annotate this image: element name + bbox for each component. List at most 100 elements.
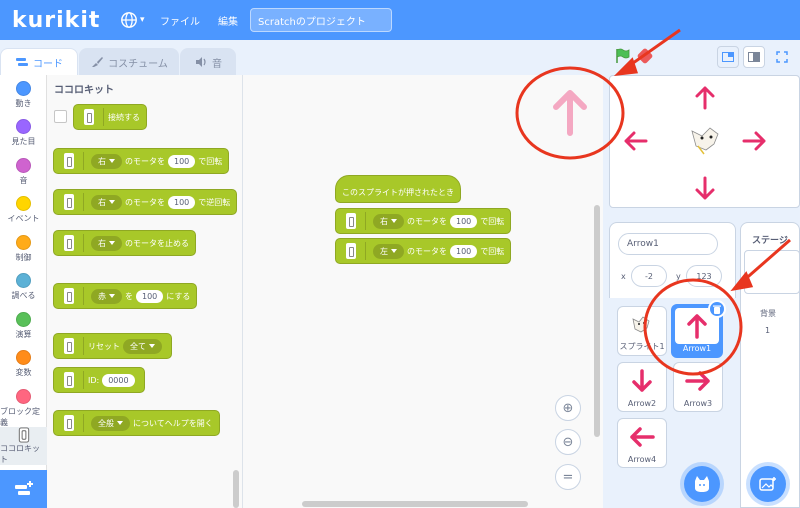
fullscreen-icon [776,51,788,63]
backdrop-label: 背景 [760,309,776,318]
tab-costumes[interactable]: コスチューム [79,48,179,75]
help-topic-dropdown[interactable]: 全般 [91,415,130,431]
block-motor-stop[interactable]: 右 のモータを止める [53,230,196,256]
motor-direction-dropdown[interactable]: 右 [91,153,122,169]
block-text: リセット [88,341,120,351]
sprite-tile-arrow4[interactable]: Arrow4 [617,418,667,468]
category-events[interactable]: イベント [0,196,47,224]
kokorokit-icon [58,191,80,213]
tab-label: コスチューム [108,58,168,70]
reset-target-dropdown[interactable]: 全て [123,338,162,354]
x-position-field[interactable]: -2 [631,265,667,287]
tab-sounds[interactable]: 音 [180,48,236,75]
script-vertical-scrollbar[interactable] [594,205,600,437]
block-separator [83,287,84,305]
large-stage-button[interactable] [743,46,765,68]
fullscreen-button[interactable] [771,46,793,68]
category-my-blocks[interactable]: ブロック定義 [0,389,47,428]
block-motor-forward[interactable]: 右 のモータを 100 で回転 [53,148,230,174]
sprite-tile-arrow3[interactable]: Arrow3 [673,362,723,412]
motor-direction-dropdown[interactable]: 右 [373,213,404,229]
category-sound[interactable]: 音 [0,158,47,186]
add-extension-button[interactable] [0,470,47,508]
stop-button[interactable] [636,47,654,65]
block-text: で回転 [198,156,223,166]
category-label: イベント [7,214,40,223]
category-dot [16,158,31,173]
image-add-icon [759,477,776,491]
sprite-tile-arrow2[interactable]: Arrow2 [617,362,667,412]
add-backdrop-button[interactable] [750,466,786,502]
tab-code[interactable]: コード [0,48,78,75]
block-connect[interactable]: 接続する [73,104,147,130]
tab-label: 音 [212,58,222,70]
language-menu[interactable]: ▾ [120,11,160,29]
add-sprite-button[interactable] [684,466,720,502]
led-color-dropdown[interactable]: 赤 [91,288,122,304]
zoom-reset-button[interactable]: = [555,464,581,490]
block-led[interactable]: 赤 を 100 にする [53,283,198,309]
zoom-reset-icon: = [562,469,574,485]
project-title-input[interactable]: Scratchのプロジェクト [250,8,392,32]
motor-direction-dropdown[interactable]: 右 [91,235,122,251]
green-flag-button[interactable] [614,48,630,64]
block-text: を [125,291,133,301]
edit-menu[interactable]: 編集 [218,13,238,28]
category-motion[interactable]: 動き [0,81,47,109]
connect-checkbox[interactable] [54,110,67,123]
block-separator [365,242,366,260]
block-text: のモータを [125,156,165,166]
palette-scrollbar[interactable] [233,470,239,508]
zoom-in-icon: ⊕ [562,400,574,416]
category-kokorokit[interactable]: ココロキット [0,427,47,465]
stage-canvas[interactable] [609,75,800,208]
category-label: 動き [15,99,32,108]
category-operators[interactable]: 演算 [0,312,47,340]
speed-input[interactable]: 100 [168,195,196,209]
block-reset[interactable]: リセット 全て [53,333,172,359]
script-horizontal-scrollbar[interactable] [302,501,528,507]
tab-label: コード [33,58,63,70]
category-variables[interactable]: 変数 [0,350,47,378]
zoom-in-button[interactable]: ⊕ [555,395,581,421]
file-menu[interactable]: ファイル [160,13,200,28]
motor-direction-dropdown[interactable]: 左 [373,243,404,259]
y-position-field[interactable]: 123 [686,265,722,287]
arrow-up-icon [553,90,587,136]
script-block-motor-right[interactable]: 右 のモータを 100 で回転 [335,208,512,234]
category-dot [16,389,31,404]
zoom-out-button[interactable]: ⊖ [555,429,581,455]
stage-arrow-up [695,86,715,110]
category-menu: 動き 見た目 音 イベント 制御 調べる 演算 変数 ブロック定義 ココロキット [0,75,47,470]
category-sensing[interactable]: 調べる [0,273,47,301]
sprite-tile-sprite1[interactable]: スプライト1 [617,306,667,356]
motor-direction-dropdown[interactable]: 右 [91,194,122,210]
id-input[interactable]: 0000 [102,373,135,387]
block-separator [83,371,84,389]
block-help[interactable]: 全般 についてヘルプを開く [53,410,220,436]
category-looks[interactable]: 見た目 [0,119,47,147]
small-stage-button[interactable] [717,46,739,68]
app-logo[interactable]: kurikit [12,8,120,33]
cat-sprite-icon [629,307,655,341]
block-text: ID: [88,375,100,385]
category-label: 見た目 [11,137,36,146]
speed-input[interactable]: 100 [450,244,478,258]
sprite-name-field[interactable]: Arrow1 [618,233,718,255]
code-icon [16,58,28,66]
stage-arrow-left [624,131,648,151]
block-motor-reverse[interactable]: 右 のモータを 100 で逆回転 [53,189,238,215]
brush-icon [92,57,104,67]
stage-thumbnail[interactable] [744,250,800,294]
brightness-input[interactable]: 100 [136,289,164,303]
block-id[interactable]: ID: 0000 [53,367,145,393]
script-block-motor-left[interactable]: 左 のモータを 100 で回転 [335,238,512,264]
category-control[interactable]: 制御 [0,235,47,263]
delete-sprite-button[interactable] [708,300,726,318]
block-when-sprite-clicked[interactable]: このスプライトが押されたとき [335,175,461,203]
kokorokit-icon [58,412,80,434]
script-area[interactable]: このスプライトが押されたとき 右 のモータを 100 で回転 左 のモータを 1… [243,75,603,508]
category-label: 音 [19,176,28,185]
speed-input[interactable]: 100 [450,214,478,228]
speed-input[interactable]: 100 [168,154,196,168]
